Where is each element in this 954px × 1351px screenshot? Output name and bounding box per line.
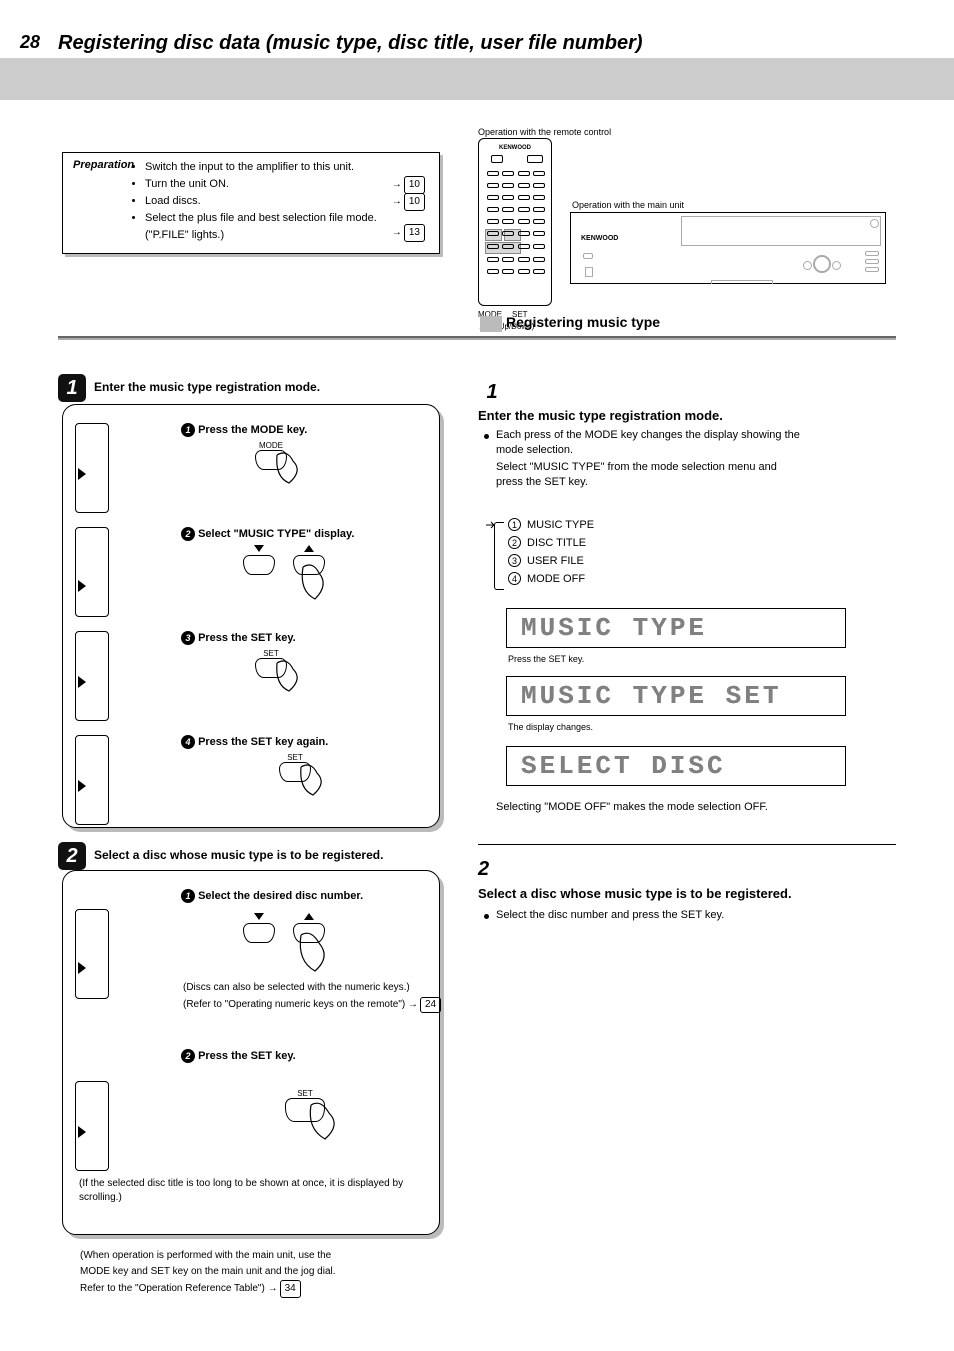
step2-sub1b: (Discs can also be selected with the num… (183, 981, 433, 995)
mode-button-illustration: MODE (255, 441, 287, 470)
prep-item: Load discs. →10 (145, 193, 429, 210)
step-1-note: Enter the music type registration mode. (94, 380, 320, 394)
right-text-2: Select the disc number and press the SET… (496, 908, 896, 923)
finger-press-icon (269, 449, 317, 489)
finger-press-icon (293, 761, 341, 801)
finger-press-icon (269, 657, 317, 697)
lcd-display: MUSIC TYPE (506, 608, 846, 648)
step1-sub3: 3 Press the SET key. (181, 631, 401, 645)
prep-item: Switch the input to the amplifier to thi… (145, 159, 429, 176)
page-ref: →10 (392, 176, 425, 194)
section-rule (58, 336, 896, 340)
preparation-box: Preparation Switch the input to the ampl… (62, 152, 440, 254)
step2-sub1c: (Refer to "Operating numeric keys on the… (183, 997, 443, 1013)
set-button-illustration: SET (255, 649, 287, 678)
step2-toolong: (If the selected disc title is too long … (79, 1177, 429, 1205)
arrow-icon (486, 520, 496, 530)
mini-remote-icon (75, 1081, 109, 1171)
right-heading-2: Select a disc whose music type is to be … (478, 886, 888, 901)
footer-note: (When operation is performed with the ma… (80, 1248, 440, 1298)
mini-remote-icon (75, 631, 109, 721)
mini-remote-icon (75, 735, 109, 825)
lcd-display: MUSIC TYPE SET (506, 676, 846, 716)
jog-dial-icon (813, 255, 831, 273)
right-note: Selecting "MODE OFF" makes the mode sele… (496, 800, 896, 815)
enum-item: DISC TITLE (527, 537, 586, 549)
step-badge-1: 1 (58, 374, 86, 402)
step2-sub1: 1 Select the desired disc number. (181, 889, 431, 903)
page: 28 EN Registering disc data (music type,… (0, 0, 954, 1351)
step-1-panel: 1 Press the MODE key. MODE 2 Select "MUS… (62, 404, 440, 828)
step1-sub4: 4 Press the SET key again. (181, 735, 401, 749)
step-badge-2-right: 2 (478, 858, 489, 881)
enum-item: MUSIC TYPE (527, 519, 594, 531)
finger-press-icon (293, 929, 343, 979)
prep-item: Select the plus file and best selection … (145, 210, 429, 244)
mainunit-brand: KENWOOD (581, 235, 618, 242)
lcd-caption: Press the SET key. (508, 654, 584, 664)
step1-sub1: 1 Press the MODE key. (181, 423, 401, 437)
page-title: Registering disc data (music type, disc … (58, 32, 643, 55)
divider (478, 844, 896, 845)
enum-item: MODE OFF (527, 573, 585, 585)
step-2-panel: 1 Select the desired disc number. (Discs… (62, 870, 440, 1235)
remote-illustration: KENWOOD (478, 138, 552, 306)
page-ref: →10 (392, 193, 425, 211)
step-badge-1-right: 1 (478, 378, 506, 406)
finger-press-icon (303, 1099, 355, 1145)
step1-sub2: 2 Select "MUSIC TYPE" display. (181, 527, 401, 541)
preparation-label: Preparation (73, 159, 134, 171)
remote-heading: Operation with the remote control (478, 127, 611, 137)
lcd-display: SELECT DISC (506, 746, 846, 786)
right-text: Select "MUSIC TYPE" from the mode select… (496, 460, 896, 491)
finger-press-icon (295, 561, 343, 607)
section-marker (480, 316, 502, 332)
mini-remote-icon (75, 527, 109, 617)
enum-item: USER FILE (527, 555, 584, 567)
step-badge-2: 2 (58, 842, 86, 870)
set-button-illustration: SET (285, 1089, 325, 1122)
right-text: Each press of the MODE key changes the d… (496, 428, 896, 459)
header-band (0, 58, 954, 100)
bullet-icon (484, 434, 489, 439)
bracket-icon (494, 522, 504, 590)
set-button-illustration: SET (279, 753, 311, 782)
step2-sub2: 2 Press the SET key. (181, 1049, 401, 1063)
page-number: 28 (20, 32, 40, 53)
mini-remote-icon (75, 909, 109, 999)
mainunit-display (681, 216, 881, 246)
lcd-caption: The display changes. (508, 722, 593, 732)
mainunit-heading: Operation with the main unit (572, 200, 684, 210)
remote-brand: KENWOOD (499, 145, 531, 151)
page-ref: →13 (392, 224, 425, 242)
prep-item: Turn the unit ON. →10 (145, 176, 429, 193)
mainunit-illustration: KENWOOD (570, 212, 886, 284)
mini-remote-icon (75, 423, 109, 513)
section-heading: Registering music type (506, 314, 660, 330)
step-2-note: Select a disc whose music type is to be … (94, 848, 434, 862)
bullet-icon (484, 914, 489, 919)
right-heading-1: Enter the music type registration mode. (478, 408, 723, 423)
